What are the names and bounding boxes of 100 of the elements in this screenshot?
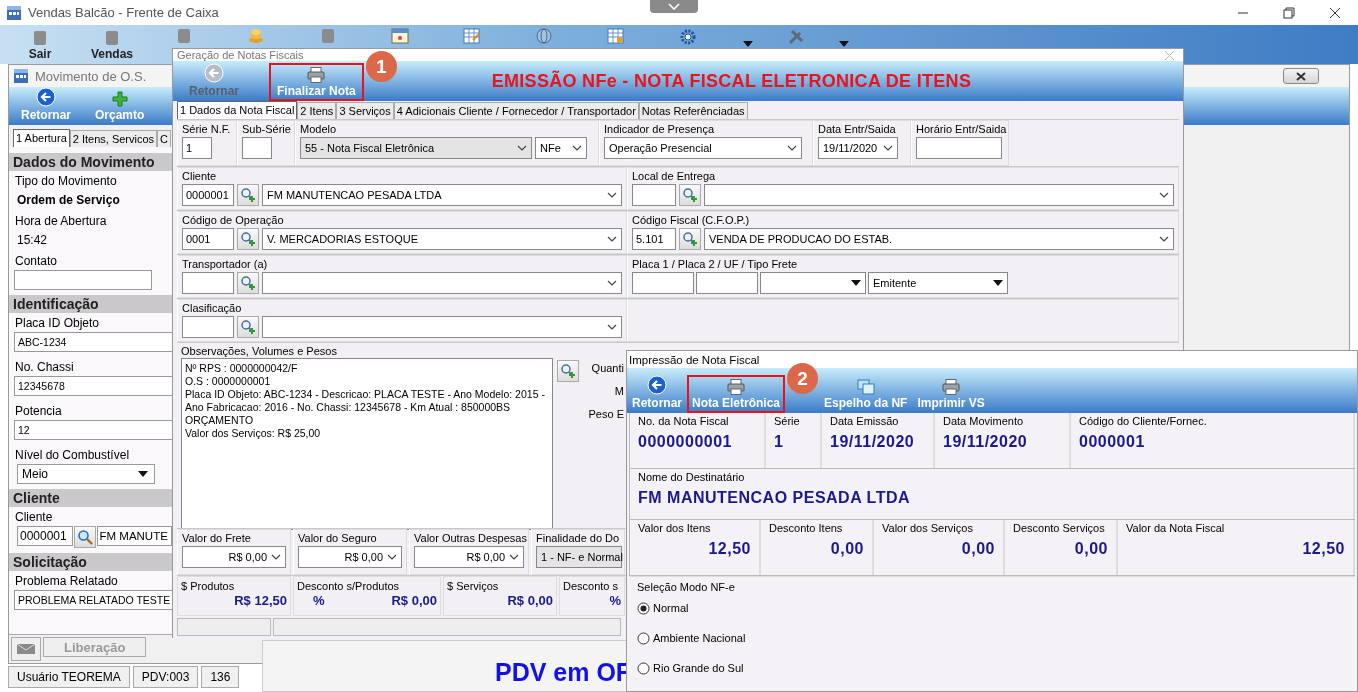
dialog-title: Impressão de Nota Fiscal <box>629 353 760 366</box>
field-value: 15:42 <box>16 232 49 249</box>
info-label: Valor da Nota Fiscal <box>1126 522 1226 534</box>
group-label: Seleção Modo NF-e <box>637 581 735 593</box>
code-field[interactable]: 0000001 <box>182 184 234 206</box>
window-title: Vendas Balcão - Frente de Caixa <box>28 5 219 20</box>
field-label: Potencia <box>14 403 63 419</box>
money-field[interactable]: R$ 0,00 <box>298 546 402 568</box>
tab[interactable]: 1 Dados da Nota Fiscal <box>177 101 298 119</box>
field-label: Nível do Combustível <box>14 447 131 463</box>
field-label: Cliente <box>14 509 54 525</box>
field-label: No. Chassi <box>14 359 75 375</box>
select-field[interactable]: V. MERCADORIAS ESTOQUE <box>262 228 622 250</box>
code-field[interactable]: 5.101 <box>632 228 676 250</box>
toolbar-button[interactable]: Vendas <box>89 28 135 63</box>
group-label: Código de Operação <box>182 213 284 227</box>
tab[interactable]: Notas Referênciadas <box>638 102 748 119</box>
toolbar-button[interactable]: Sair <box>26 28 54 63</box>
tab[interactable]: 2 Itens <box>297 102 337 119</box>
section-heading: Solicitação <box>9 553 172 571</box>
select-field[interactable]: FM MANUTENCAO PESADA LTDA <box>262 184 622 206</box>
notes-line: Ano Fabricacao: 2016 - No. Chassi: 12345678 - Km Atual : 850000BS <box>185 401 512 414</box>
tab[interactable]: 1 Abertura <box>13 129 70 147</box>
field-label: Peso E <box>588 408 624 422</box>
info-value: 19/11/2020 <box>830 433 916 451</box>
group-label: Valor Outras Despesas <box>414 531 527 545</box>
tab[interactable]: 4 Adicionais Cliente / Fornecedor / Transportador <box>393 102 639 119</box>
info-value: 1 <box>774 433 785 451</box>
tab[interactable]: 2 Itens, Servicos <box>69 130 158 147</box>
callout-badge: 2 <box>787 363 819 394</box>
group-label: Indicador de Presença <box>604 122 715 136</box>
field-label: Problema Relatado <box>14 573 119 589</box>
tab[interactable]: C <box>157 130 172 147</box>
input-field[interactable]: PROBLEMA RELATADO TESTE <box>14 590 172 610</box>
total-value: R$ 0,00 <box>391 593 437 608</box>
notes-line: O.S : 0000000001 <box>185 375 272 388</box>
select-field[interactable]: Meio <box>17 464 155 484</box>
info-label: Código do Cliente/Fornec. <box>1079 415 1208 427</box>
input-field[interactable]: 1 <box>182 137 212 159</box>
status-cell: Usuário TEOREMA <box>8 666 130 688</box>
code-field[interactable]: 0000001 <box>17 526 73 546</box>
group-label: Finalidade do Do <box>536 531 620 545</box>
money-field[interactable]: R$ 0,00 <box>414 546 524 568</box>
radio-option[interactable]: Ambiente Nacional <box>637 623 746 653</box>
info-label: Valor dos Itens <box>638 522 712 534</box>
radio-option[interactable]: Normal <box>637 593 689 623</box>
group-label: Clasificação <box>182 301 242 315</box>
select-field[interactable]: NFe <box>535 137 587 159</box>
status-cell: PDV:003 <box>132 666 199 688</box>
select-field[interactable]: Emitente <box>868 272 1008 294</box>
total-value: % <box>313 593 325 608</box>
notes-line: Placa ID Objeto: ABC-1234 - Descricao: PLACA TESTE - Ano Modelo: 2015 - <box>185 388 546 401</box>
field-value: Ordem de Serviço <box>16 192 121 209</box>
info-label: Data Emissão <box>830 415 900 427</box>
select-field[interactable]: 55 - Nota Fiscal Eletrônica <box>300 137 532 159</box>
select-field[interactable]: Operação Presencial <box>604 137 802 159</box>
group-label: Horário Entr/Saida <box>916 122 1007 136</box>
field-label: Contato <box>14 253 59 269</box>
info-label: Série <box>774 415 801 427</box>
info-label: No. da Nota Fiscal <box>638 415 730 427</box>
info-value: 19/11/2020 <box>943 433 1029 451</box>
status-cell: 136 <box>201 666 240 688</box>
field-label: Quanti <box>591 362 624 376</box>
select-value: Meio <box>22 467 48 481</box>
total-value: R$ 0,00 <box>507 593 553 608</box>
info-value: 0000000001 <box>638 433 733 451</box>
input-field[interactable]: 12 <box>14 420 172 440</box>
group-label: Transportador (a) <box>182 257 268 271</box>
info-value: FM MANUTENCAO PESADA LTDA <box>638 489 912 507</box>
group-label: Sub-Série <box>242 122 291 136</box>
input-field[interactable]: ABC-1234 <box>14 332 172 352</box>
info-value: 0000001 <box>1079 433 1146 451</box>
group-label: Valor do Frete <box>182 531 251 545</box>
info-value: 12,50 <box>1301 540 1345 558</box>
code-field[interactable]: 0001 <box>182 228 234 250</box>
group-label: Data Entr/Saida <box>818 122 896 136</box>
field-label: Placa ID Objeto <box>14 315 101 331</box>
input-field[interactable]: 12345678 <box>14 376 172 396</box>
group-label: Placa 1 / Placa 2 / UF / Tipo Frete <box>632 257 798 271</box>
group-label: Código Fiscal (C.F.O.P.) <box>632 213 750 227</box>
name-field[interactable]: FM MANUTE <box>96 526 172 546</box>
group-label: Local de Entrega <box>632 169 716 183</box>
info-label: Desconto Serviços <box>1013 522 1106 534</box>
info-label: Desconto Itens <box>769 522 844 534</box>
notes-line: ORÇAMENTO <box>185 414 255 427</box>
radio-option[interactable]: Rio Grande do Sul <box>637 653 744 683</box>
section-heading: Dados do Movimento <box>9 153 172 171</box>
info-value: 0,00 <box>960 540 995 558</box>
select-field[interactable]: 1 - NF- e Normal <box>536 546 622 568</box>
info-label: Nome do Destinatário <box>638 471 746 483</box>
info-label: Valor dos Serviços <box>882 522 974 534</box>
info-value: 0,00 <box>829 540 864 558</box>
money-field[interactable]: R$ 0,00 <box>182 546 286 568</box>
select-field[interactable]: VENDA DE PRODUCAO DO ESTAB. <box>704 228 1174 250</box>
group-label: Série N.F. <box>182 122 231 136</box>
total-value: R$ 12,50 <box>234 593 287 608</box>
window-title: Movimento de O.S. <box>35 68 147 84</box>
group-label: Modelo <box>300 122 337 136</box>
tab[interactable]: 3 Serviços <box>336 102 394 119</box>
select-field[interactable]: 19/11/2020 <box>818 137 898 159</box>
